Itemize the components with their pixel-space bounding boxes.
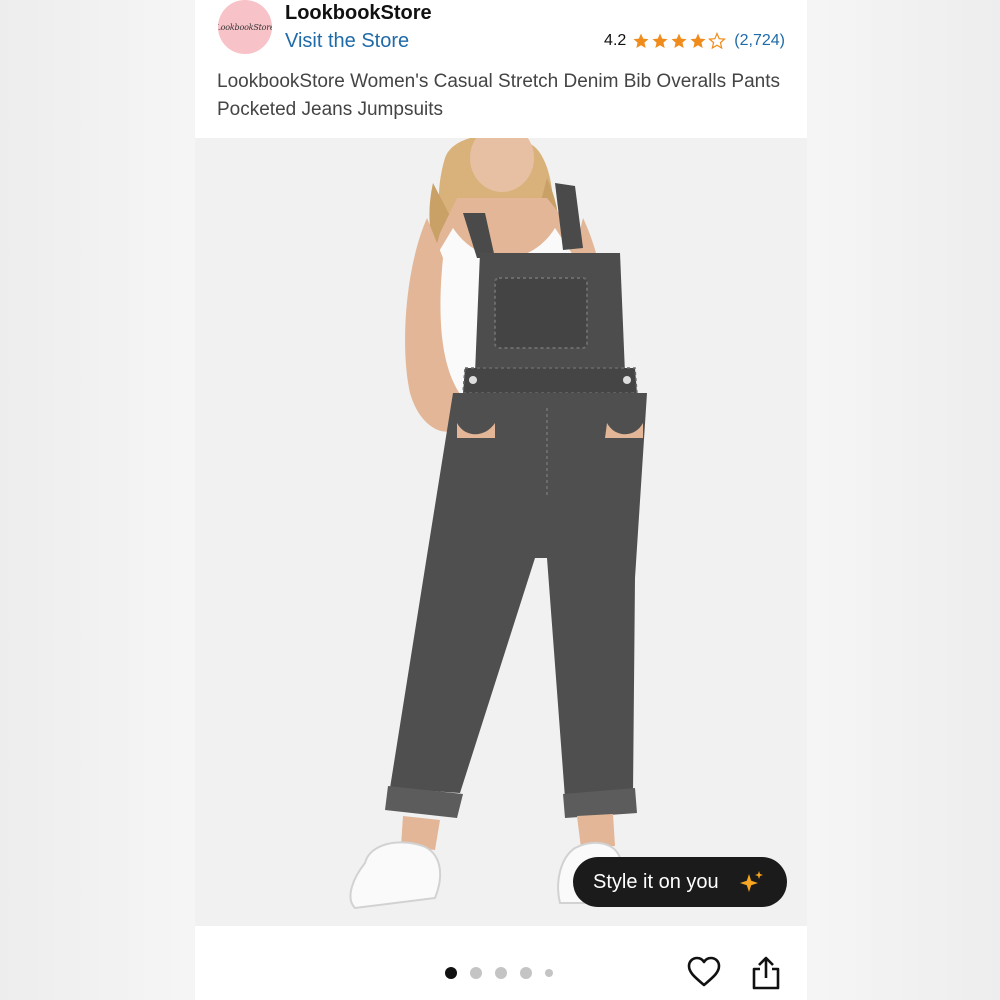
heart-icon[interactable]: [687, 956, 721, 988]
carousel-dots: [445, 967, 553, 979]
star-icon: [690, 33, 706, 48]
star-icon: [671, 33, 687, 48]
rating-value: 4.2: [604, 32, 627, 49]
store-logo[interactable]: LookbookStore: [218, 0, 272, 54]
sparkle-icon: [740, 871, 763, 892]
carousel-dot[interactable]: [495, 967, 507, 979]
product-header: LookbookStore LookbookStore Visit the St…: [195, 0, 807, 132]
carousel-dot[interactable]: [520, 967, 532, 979]
rating-summary[interactable]: 4.2 (2,724): [604, 32, 785, 50]
background-frame: LookbookStore LookbookStore Visit the St…: [0, 0, 1000, 1000]
visit-store-link[interactable]: Visit the Store: [285, 30, 409, 53]
store-logo-text: LookbookStore: [218, 22, 272, 32]
product-footer: [195, 926, 807, 1000]
carousel-dot[interactable]: [445, 967, 457, 979]
star-icon: [652, 33, 668, 48]
product-title: LookbookStore Women's Casual Stretch Den…: [217, 71, 780, 120]
product-image[interactable]: Style it on you: [195, 138, 807, 926]
style-it-on-you-button[interactable]: Style it on you: [573, 857, 787, 907]
product-photo: [349, 138, 647, 910]
star-icon: [633, 33, 649, 48]
product-panel: LookbookStore LookbookStore Visit the St…: [195, 0, 807, 1000]
style-button-label: Style it on you: [593, 870, 719, 893]
share-icon[interactable]: [751, 956, 781, 990]
star-outline-icon: [708, 32, 727, 50]
store-name[interactable]: LookbookStore: [285, 2, 432, 25]
carousel-dot[interactable]: [470, 967, 482, 979]
carousel-dot[interactable]: [545, 969, 553, 977]
rating-stars: [632, 32, 727, 50]
rating-count-link[interactable]: (2,724): [734, 32, 785, 50]
